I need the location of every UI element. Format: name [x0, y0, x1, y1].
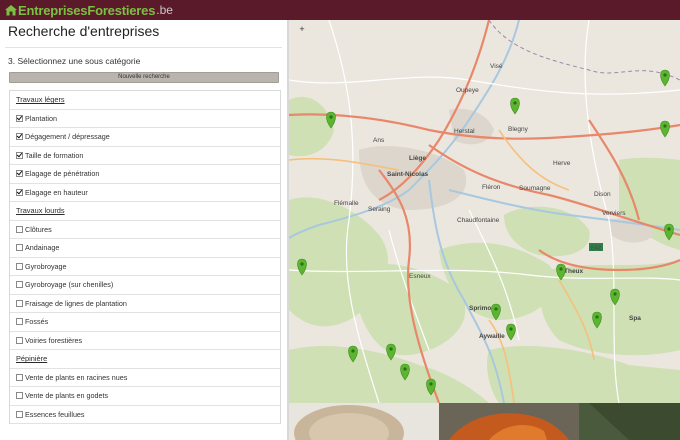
place-vise: Visé — [490, 63, 503, 70]
place-dison: Dison — [594, 191, 611, 198]
subcategory-item[interactable]: Gyrobroyage (sur chenilles) — [10, 276, 280, 295]
subcategory-label: Dégagement / dépressage — [25, 132, 110, 142]
subcategory-label: Fossés — [25, 317, 49, 327]
subcategory-label: Essences feuillues — [25, 409, 85, 419]
subcategory-item[interactable]: Clôtures — [10, 221, 280, 239]
category-heading[interactable]: Travaux lourds — [10, 202, 280, 221]
subcategory-label: Vente de plants en racines nues — [25, 372, 128, 382]
subcategory-list: Travaux légers Plantation Dégagement / dép… — [9, 90, 281, 424]
subcategory-item[interactable]: Vente de plants en godets — [10, 387, 280, 406]
subcategory-item[interactable]: Elagage en hauteur — [10, 184, 280, 202]
site-logo[interactable]: EntreprisesForestieres .be — [4, 2, 173, 18]
subcategory-checkbox[interactable] — [16, 299, 23, 307]
place-flemalle: Flémalle — [334, 200, 359, 207]
header-photo — [289, 403, 680, 440]
place-seraing: Seraing — [368, 206, 391, 213]
subcategory-checkbox[interactable] — [16, 188, 23, 196]
subcategory-item[interactable]: Voiries forestières — [10, 332, 280, 350]
map-marker-dot — [663, 73, 667, 77]
map-canvas[interactable]: E42 Visé Oupeye Blegny Ans Herstal Liège… — [289, 20, 680, 403]
subcategory-checkbox[interactable] — [16, 281, 23, 289]
step-label: 3. Sélectionnez une sous catégorie — [8, 56, 141, 66]
subcategory-item[interactable]: Gyrobroyage — [10, 258, 280, 276]
place-aywaille: Aywaille — [479, 333, 505, 340]
place-chaudfontaine: Chaudfontaine — [457, 217, 500, 224]
subcategory-checkbox[interactable] — [16, 170, 23, 178]
subcategory-label: Vente de plants en godets — [25, 391, 109, 401]
route-label: E42 — [591, 246, 601, 252]
map-view[interactable]: E42 Visé Oupeye Blegny Ans Herstal Liège… — [289, 20, 680, 403]
subcategory-item[interactable]: Elagage de pénétration — [10, 165, 280, 184]
map-marker-dot — [429, 382, 433, 386]
subcategory-checkbox[interactable] — [16, 336, 23, 344]
subcategory-checkbox[interactable] — [16, 373, 23, 381]
map-marker-dot — [403, 367, 407, 371]
place-esneux: Esneux — [409, 273, 431, 280]
category-heading[interactable]: Pépinière — [10, 350, 280, 369]
search-panel: Recherche d'entreprises 3. Sélectionnez … — [0, 20, 287, 440]
map-marker-dot — [509, 327, 513, 331]
place-oupeye: Oupeye — [456, 87, 479, 94]
map-marker-dot — [663, 124, 667, 128]
map-marker-dot — [559, 267, 563, 271]
logo-tld: .be — [156, 3, 173, 17]
subcategory-label: Taille de formation — [25, 150, 84, 160]
map-marker-dot — [613, 292, 617, 296]
map-marker-dot — [351, 349, 355, 353]
subcategory-checkbox[interactable] — [16, 318, 23, 326]
subcategory-checkbox[interactable] — [16, 133, 23, 141]
subcategory-label: Gyrobroyage (sur chenilles) — [25, 280, 114, 290]
map-marker-dot — [513, 101, 517, 105]
title-divider — [5, 47, 282, 48]
zoom-in-button[interactable]: + — [297, 24, 307, 34]
map-marker-dot — [667, 227, 671, 231]
subcategory-checkbox[interactable] — [16, 151, 23, 159]
place-saint-nicolas: Saint-Nicolas — [387, 171, 429, 178]
subcategory-label: Voiries forestières — [25, 335, 83, 345]
subcategory-label: Elagage de pénétration — [25, 169, 100, 179]
place-verviers: Verviers — [602, 210, 626, 217]
subcategory-item[interactable]: Andainage — [10, 239, 280, 258]
page-title: Recherche d'entreprises — [8, 23, 160, 39]
place-herstal: Herstal — [454, 128, 475, 135]
subcategory-checkbox[interactable] — [16, 225, 23, 233]
subcategory-item[interactable]: Fossés — [10, 313, 280, 332]
place-theux: Theux — [564, 268, 584, 275]
subcategory-label: Elagage en hauteur — [25, 187, 88, 197]
place-spa: Spa — [629, 315, 641, 322]
map-marker-dot — [494, 307, 498, 311]
subcategory-checkbox[interactable] — [16, 410, 23, 418]
subcategory-checkbox[interactable] — [16, 392, 23, 400]
map-marker-dot — [329, 115, 333, 119]
place-liege: Liège — [409, 155, 426, 162]
subcategory-item[interactable]: Dégagement / dépressage — [10, 128, 280, 147]
place-ans: Ans — [373, 137, 385, 144]
subcategory-item[interactable]: Essences feuillues — [10, 406, 280, 424]
subcategory-item[interactable]: Taille de formation — [10, 147, 280, 165]
subcategory-checkbox[interactable] — [16, 114, 23, 122]
map-marker-dot — [595, 315, 599, 319]
place-blegny: Blegny — [508, 126, 529, 133]
subcategory-checkbox[interactable] — [16, 262, 23, 270]
house-icon — [5, 5, 17, 16]
subcategory-item[interactable]: Plantation — [10, 110, 280, 128]
subcategory-label: Fraisage de lignes de plantation — [25, 298, 127, 308]
map-marker-dot — [300, 262, 304, 266]
category-heading[interactable]: Travaux légers — [10, 91, 280, 110]
subcategory-item[interactable]: Fraisage de lignes de plantation — [10, 295, 280, 313]
subcategory-label: Gyrobroyage — [25, 261, 67, 271]
subcategory-label: Andainage — [25, 243, 60, 253]
top-bar: EntreprisesForestieres .be — [0, 0, 680, 20]
place-herve: Herve — [553, 160, 571, 167]
chainsaw-photo — [289, 403, 680, 440]
subcategory-label: Plantation — [25, 113, 57, 123]
subcategory-item[interactable]: Vente de plants en racines nues — [10, 369, 280, 387]
subcategory-label: Clôtures — [25, 224, 52, 234]
new-search-button[interactable]: Nouvelle recherche — [9, 72, 279, 83]
map-marker-dot — [389, 347, 393, 351]
logo-text: EntreprisesForestieres — [18, 2, 156, 18]
place-soumagne: Soumagne — [519, 185, 551, 192]
place-fleron: Fléron — [482, 184, 501, 191]
subcategory-checkbox[interactable] — [16, 244, 23, 252]
